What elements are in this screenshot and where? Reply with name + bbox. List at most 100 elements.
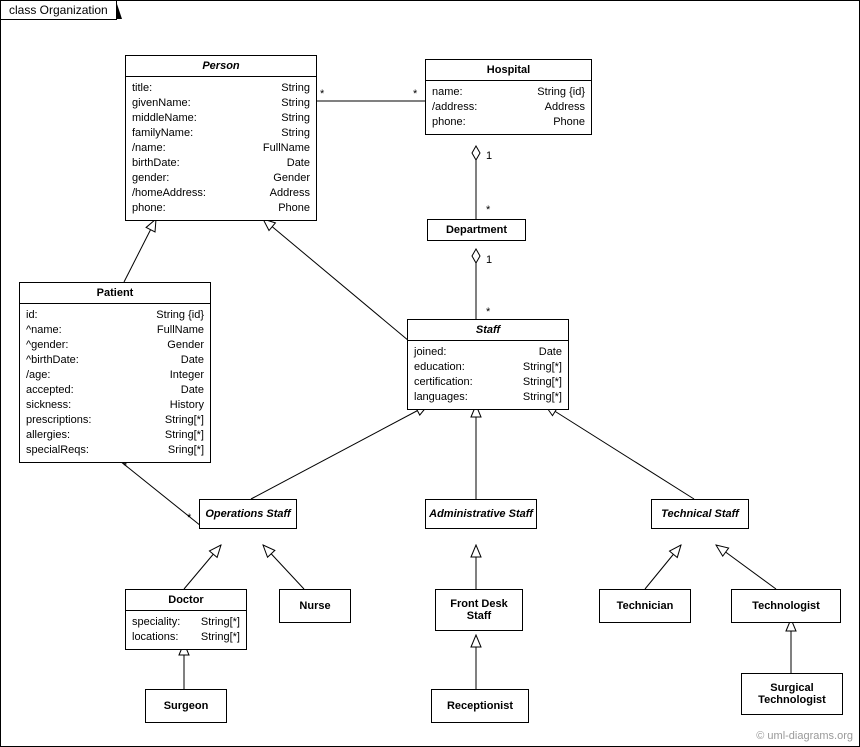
watermark: © uml-diagrams.org: [756, 730, 853, 742]
attr-type: Date: [287, 156, 310, 171]
attr-name: phone:: [132, 201, 166, 216]
attr-name: /address:: [432, 100, 477, 115]
attr-type: Address: [545, 100, 585, 115]
class-name: Technician: [600, 596, 690, 616]
attr-name: birthDate:: [132, 156, 180, 171]
attr-type: String[*]: [165, 428, 204, 443]
attr-type: String[*]: [201, 630, 240, 645]
attr-name: allergies:: [26, 428, 70, 443]
attr-name: name:: [432, 85, 463, 100]
attr-type: String[*]: [523, 390, 562, 405]
attr-row: /name: FullName: [132, 141, 310, 156]
class-diagram-frame: class Organization * * 1 * 1 * * *: [0, 0, 860, 747]
attr-name: /name:: [132, 141, 166, 156]
attr-row: givenName:String: [132, 96, 310, 111]
class-name: Person: [126, 56, 316, 77]
attr-name: ^birthDate:: [26, 353, 79, 368]
class-name: Receptionist: [432, 696, 528, 716]
class-technologist: Technologist: [731, 589, 841, 623]
class-name: Nurse: [280, 596, 350, 616]
attr-row: prescriptions:String[*]: [26, 413, 204, 428]
class-attrs: id:String {id}^name:FullName^gender:Gend…: [20, 304, 210, 462]
attr-row: accepted:Date: [26, 383, 204, 398]
attr-type: Date: [539, 345, 562, 360]
attr-row: education:String[*]: [414, 360, 562, 375]
class-staff: Staff joined: Dateeducation:String[*]cert…: [407, 319, 569, 410]
class-name: Operations Staff: [200, 504, 296, 524]
attr-name: familyName:: [132, 126, 193, 141]
attr-type: String: [281, 96, 310, 111]
attr-row: /address: Address: [432, 100, 585, 115]
attr-name: prescriptions:: [26, 413, 91, 428]
attr-type: FullName: [263, 141, 310, 156]
attr-name: gender:: [132, 171, 169, 186]
attr-row: certification: String[*]: [414, 375, 562, 390]
class-front-desk-staff: Front Desk Staff: [435, 589, 523, 631]
mult-dept-staff-star: *: [486, 306, 491, 318]
class-name: Surgical Technologist: [742, 678, 842, 710]
class-attrs: title:StringgivenName:StringmiddleName:S…: [126, 77, 316, 220]
class-administrative-staff: Administrative Staff: [425, 499, 537, 529]
attr-row: name: String {id}: [432, 85, 585, 100]
attr-type: Phone: [278, 201, 310, 216]
class-operations-staff: Operations Staff: [199, 499, 297, 529]
attr-type: String {id}: [156, 308, 204, 323]
attr-type: String[*]: [523, 360, 562, 375]
class-name: Technologist: [732, 596, 840, 616]
mult-patient-ops-right: *: [187, 512, 192, 524]
attr-row: allergies: String[*]: [26, 428, 204, 443]
class-hospital: Hospital name:String {id}/address:Addres…: [425, 59, 592, 135]
attr-row: id: String {id}: [26, 308, 204, 323]
attr-name: accepted:: [26, 383, 74, 398]
attr-row: /age:Integer: [26, 368, 204, 383]
attr-name: specialReqs:: [26, 443, 89, 458]
attr-name: speciality:: [132, 615, 180, 630]
class-technician: Technician: [599, 589, 691, 623]
attr-row: specialReqs:Sring[*]: [26, 443, 204, 458]
attr-type: String: [281, 126, 310, 141]
attr-type: String: [281, 111, 310, 126]
attr-name: id:: [26, 308, 38, 323]
attr-row: gender:Gender: [132, 171, 310, 186]
class-name: Staff: [408, 320, 568, 341]
attr-row: languages:String[*]: [414, 390, 562, 405]
attr-row: locations: String[*]: [132, 630, 240, 645]
attr-name: title:: [132, 81, 152, 96]
attr-type: String[*]: [523, 375, 562, 390]
attr-type: History: [170, 398, 204, 413]
attr-row: middleName:String: [132, 111, 310, 126]
attr-type: String {id}: [537, 85, 585, 100]
attr-name: /age:: [26, 368, 50, 383]
class-name: Technical Staff: [652, 504, 748, 524]
class-nurse: Nurse: [279, 589, 351, 623]
mult-dept-staff-one: 1: [486, 254, 492, 266]
attr-row: ^name: FullName: [26, 323, 204, 338]
class-attrs: joined: Dateeducation:String[*]certificat…: [408, 341, 568, 409]
class-attrs: name: String {id} /address: Address phone: Ph…: [426, 81, 591, 134]
attr-row: sickness: History: [26, 398, 204, 413]
attr-type: FullName: [157, 323, 204, 338]
mult-person-hospital-left: *: [320, 88, 325, 100]
class-doctor: Doctor speciality: String[*]locations: Str…: [125, 589, 247, 650]
mult-hosp-dept-one: 1: [486, 150, 492, 162]
attr-name: sickness:: [26, 398, 71, 413]
attr-name: ^name:: [26, 323, 62, 338]
class-person: Person title:StringgivenName:Stringmiddl…: [125, 55, 317, 221]
class-surgeon: Surgeon: [145, 689, 227, 723]
attr-type: Gender: [167, 338, 204, 353]
attr-name: certification:: [414, 375, 473, 390]
attr-name: phone:: [432, 115, 466, 130]
class-name: Department: [428, 220, 525, 240]
class-name: Administrative Staff: [426, 504, 536, 524]
attr-type: Date: [181, 353, 204, 368]
attr-name: joined:: [414, 345, 446, 360]
attr-row: birthDate: Date: [132, 156, 310, 171]
attr-row: /homeAddress:Address: [132, 186, 310, 201]
attr-type: Phone: [553, 115, 585, 130]
attr-name: locations:: [132, 630, 178, 645]
attr-type: String: [281, 81, 310, 96]
class-name: Doctor: [126, 590, 246, 611]
attr-name: /homeAddress:: [132, 186, 206, 201]
attr-row: title: String: [132, 81, 310, 96]
attr-row: ^birthDate: Date: [26, 353, 204, 368]
